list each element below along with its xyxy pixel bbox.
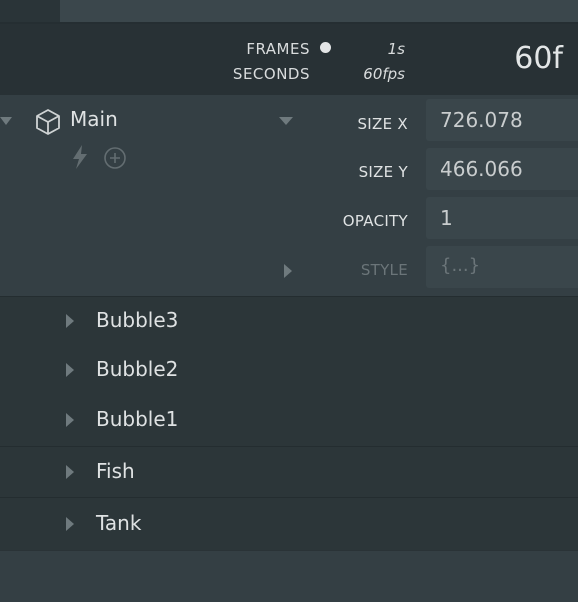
size-y-input[interactable]: 466.066: [426, 148, 578, 190]
frame-count[interactable]: 60f: [483, 41, 563, 76]
opacity-value: 1: [440, 206, 453, 230]
expand-bubble3-icon[interactable]: [66, 314, 74, 328]
divider: [0, 497, 578, 498]
child-item-bubble1[interactable]: Bubble1: [96, 407, 178, 431]
playhead-dot-icon[interactable]: [320, 42, 331, 53]
size-x-input[interactable]: 726.078: [426, 99, 578, 141]
style-label: STYLE: [360, 261, 408, 279]
child-item-tank[interactable]: Tank: [96, 511, 141, 535]
style-input[interactable]: {...}: [426, 246, 578, 288]
size-x-value: 726.078: [440, 108, 523, 132]
top-strip: [0, 0, 578, 22]
cube-icon: [35, 108, 61, 136]
child-item-bubble3[interactable]: Bubble3: [96, 308, 178, 332]
size-x-label: SIZE X: [357, 115, 408, 133]
child-item-bubble2[interactable]: Bubble2: [96, 357, 178, 381]
divider: [0, 550, 578, 551]
expand-bubble2-icon[interactable]: [66, 363, 74, 377]
fps-value[interactable]: 60fps: [345, 65, 405, 83]
expand-fish-icon[interactable]: [66, 465, 74, 479]
top-tab[interactable]: [0, 0, 60, 22]
child-item-fish[interactable]: Fish: [96, 459, 135, 483]
footer: [0, 550, 578, 602]
size-y-label: SIZE Y: [358, 163, 408, 181]
expand-tank-icon[interactable]: [66, 517, 74, 531]
opacity-input[interactable]: 1: [426, 197, 578, 239]
element-name[interactable]: Main: [70, 107, 118, 131]
divider: [0, 446, 578, 447]
seconds-label: SECONDS: [232, 65, 310, 83]
style-value: {...}: [440, 255, 481, 276]
add-circle-icon[interactable]: [103, 146, 127, 170]
size-y-value: 466.066: [440, 157, 523, 181]
divider: [0, 296, 578, 297]
frames-label: FRAMES: [246, 40, 310, 58]
expand-bubble1-icon[interactable]: [66, 413, 74, 427]
seconds-value: 1s: [387, 40, 405, 58]
collapse-main-icon[interactable]: [0, 117, 12, 125]
children-list: [0, 296, 578, 550]
lightning-icon[interactable]: [70, 144, 90, 170]
opacity-label: OPACITY: [342, 212, 408, 230]
